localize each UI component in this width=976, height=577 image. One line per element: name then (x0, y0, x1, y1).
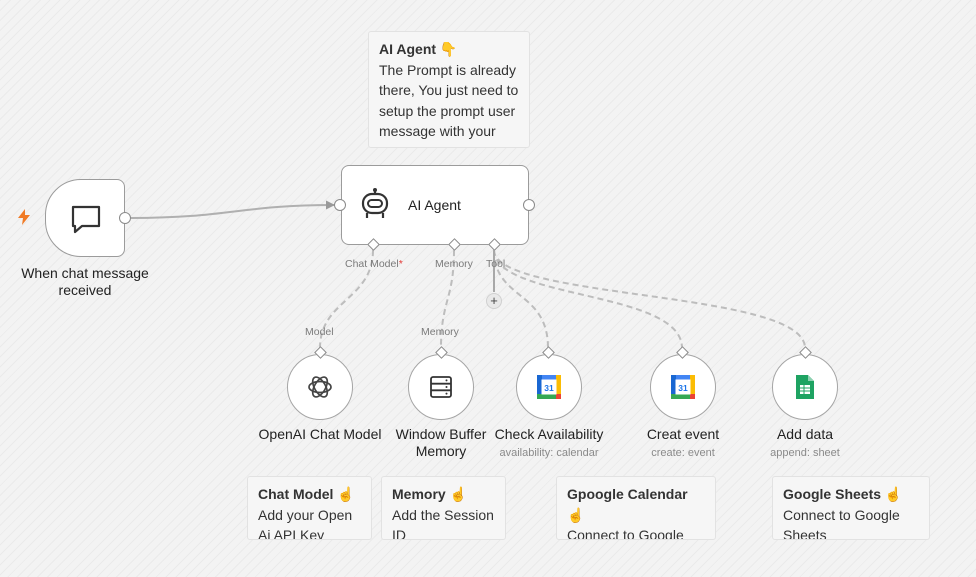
node-add-data[interactable] (772, 354, 838, 420)
note-title: Chat Model ☝️ (258, 486, 355, 502)
node-subtitle: append: sheet (770, 447, 840, 459)
note-title: Google Sheets ☝️ (783, 486, 903, 502)
node-label: Creat event (646, 426, 720, 442)
note-google-calendar[interactable]: Gpoogle Calendar ☝️ Connect to Google Ca… (556, 476, 716, 540)
database-icon (430, 376, 452, 398)
note-google-sheets[interactable]: Google Sheets ☝️ Connect to Google Sheet… (772, 476, 930, 540)
google-calendar-icon: 31 (537, 375, 561, 399)
node-title: AI Agent (408, 197, 461, 213)
note-body: The Prompt is already there, You just ne… (379, 61, 519, 148)
bolt-icon (17, 209, 31, 225)
port-label-model: Model (305, 326, 334, 338)
note-title: Gpoogle Calendar ☝️ (567, 486, 688, 523)
edge-tool-to-create (493, 249, 683, 349)
node-check-availability[interactable]: 31 (516, 354, 582, 420)
required-marker: * (398, 258, 403, 270)
note-title: Memory ☝️ (392, 486, 468, 502)
node-label: When chat message received (21, 265, 149, 298)
port-label-chat-model: Chat Model* (345, 258, 403, 270)
robot-icon (361, 188, 389, 218)
edge-trigger-to-agent (130, 204, 335, 219)
note-body: Connect to Google Calendar (567, 527, 684, 540)
chat-bubble-icon (71, 205, 101, 234)
node-label: Add data (776, 426, 834, 442)
note-ai-agent[interactable]: AI Agent 👇 The Prompt is already there, … (368, 31, 530, 148)
trigger-output-handle[interactable] (119, 212, 131, 224)
port-label-memory-in: Memory (421, 326, 459, 338)
note-body: Add your Open Ai API Key (258, 506, 353, 540)
node-window-buffer-memory[interactable] (408, 354, 474, 420)
node-label: Check Availability (494, 426, 604, 442)
port-label-memory: Memory (435, 258, 473, 270)
google-sheets-icon (796, 375, 814, 399)
note-chat-model[interactable]: Chat Model ☝️ Add your Open Ai API Key (247, 476, 372, 540)
port-label-text: Chat Model (345, 258, 399, 270)
note-body: Connect to Google Sheets (783, 506, 900, 540)
node-chat-trigger[interactable] (45, 179, 125, 257)
openai-icon (308, 376, 332, 398)
node-subtitle: availability: calendar (499, 447, 599, 459)
agent-input-handle[interactable] (334, 199, 346, 211)
node-label: OpenAI Chat Model (258, 426, 382, 442)
agent-output-handle[interactable] (523, 199, 535, 211)
node-ai-agent[interactable]: AI Agent (341, 165, 529, 245)
calendar-day: 31 (678, 383, 688, 393)
edge-tool-to-add (493, 249, 806, 349)
note-title: AI Agent 👇 (379, 41, 458, 57)
note-body: Add the Session ID (392, 506, 494, 540)
note-memory[interactable]: Memory ☝️ Add the Session ID (381, 476, 506, 540)
add-tool-button[interactable]: + (486, 293, 502, 309)
port-label-tool: Tool (486, 258, 506, 270)
node-subtitle: create: event (651, 447, 715, 459)
node-openai-chat-model[interactable] (287, 354, 353, 420)
calendar-day: 31 (544, 383, 554, 393)
node-label: Window Buffer Memory (395, 426, 487, 459)
google-calendar-icon: 31 (671, 375, 695, 399)
node-create-event[interactable]: 31 (650, 354, 716, 420)
